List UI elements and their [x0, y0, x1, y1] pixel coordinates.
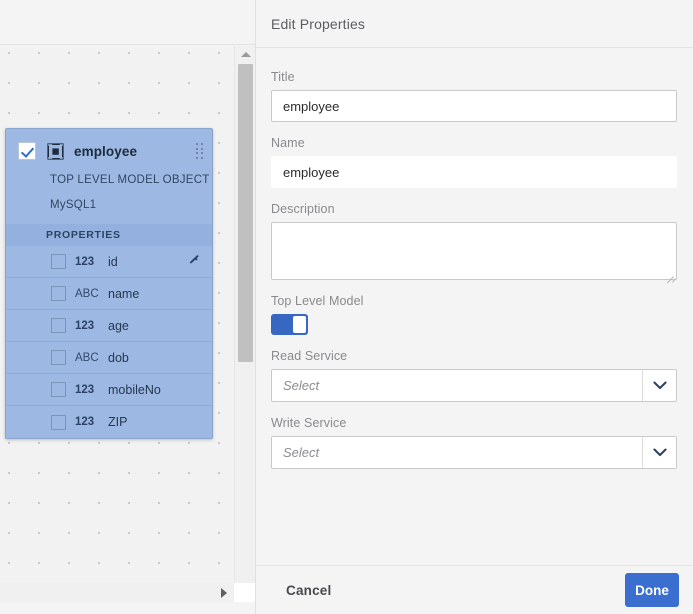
write-service-select[interactable]: Select [271, 436, 677, 469]
done-button[interactable]: Done [625, 573, 679, 607]
property-checkbox[interactable] [51, 414, 66, 430]
panel-form-body: Title Name Description Top Level Model [256, 49, 693, 565]
model-object-icon [47, 142, 64, 160]
property-row[interactable]: 123 age [6, 310, 212, 342]
primary-key-icon [184, 254, 200, 270]
toggle-knob [293, 316, 306, 333]
property-name-label: name [108, 286, 140, 301]
property-checkbox[interactable] [51, 286, 66, 301]
canvas-toolbar-area [0, 0, 255, 45]
property-name-label: dob [108, 350, 129, 365]
property-checkbox[interactable] [51, 350, 66, 365]
canvas-vertical-scrollbar[interactable] [234, 46, 255, 602]
model-object-card[interactable]: employee TOP LEVEL MODEL OBJECT MySQL1 P… [5, 128, 213, 439]
property-row[interactable]: 123 ZIP [6, 406, 212, 438]
properties-section-header: PROPERTIES [6, 224, 212, 246]
panel-header: Edit Properties [256, 0, 693, 48]
name-field-group: Name [271, 136, 677, 188]
chevron-down-icon[interactable] [642, 437, 676, 468]
name-input[interactable] [271, 156, 677, 188]
property-row[interactable]: ABC name [6, 278, 212, 310]
top-level-model-group: Top Level Model [271, 294, 677, 335]
property-type-label: 123 [75, 255, 95, 268]
scroll-right-icon[interactable] [216, 583, 232, 602]
property-checkbox[interactable] [51, 254, 66, 269]
property-checkbox[interactable] [51, 382, 66, 397]
property-name-label: id [108, 254, 118, 269]
read-service-group: Read Service Select [271, 349, 677, 402]
name-field-label: Name [271, 136, 305, 150]
property-row[interactable]: 123 id [6, 246, 212, 278]
vertical-scroll-thumb[interactable] [238, 64, 253, 362]
canvas-horizontal-scrollbar[interactable] [0, 583, 234, 602]
property-checkbox[interactable] [51, 318, 66, 333]
scrollbar-corner [234, 583, 255, 602]
drag-handle-icon[interactable] [196, 143, 203, 159]
description-field-label: Description [271, 202, 335, 216]
canvas-footer-blank [0, 602, 255, 614]
property-type-label: 123 [75, 416, 95, 428]
scroll-up-icon[interactable] [235, 46, 255, 63]
properties-list: 123 id ABC name 123 age ABC dob 123 mobi… [6, 246, 212, 438]
property-name-label: ZIP [108, 415, 128, 429]
page-title: Edit Properties [271, 15, 366, 32]
app-root: employee TOP LEVEL MODEL OBJECT MySQL1 P… [0, 0, 693, 614]
write-service-value: Select [283, 445, 320, 460]
model-card-subtitle-datasource: MySQL1 [50, 198, 97, 211]
property-row[interactable]: 123 mobileNo [6, 374, 212, 406]
write-service-group: Write Service Select [271, 416, 677, 469]
property-row[interactable]: ABC dob [6, 342, 212, 374]
model-card-title: employee [74, 143, 138, 159]
model-card-subtitle-type: TOP LEVEL MODEL OBJECT [50, 174, 210, 186]
top-level-model-label: Top Level Model [271, 294, 364, 308]
property-name-label: age [108, 318, 129, 333]
property-type-label: ABC [75, 287, 99, 300]
property-type-label: 123 [75, 319, 95, 332]
model-card-header[interactable]: employee [6, 129, 212, 173]
chevron-down-icon[interactable] [642, 370, 676, 401]
title-input[interactable] [271, 90, 677, 122]
property-name-label: mobileNo [108, 382, 161, 397]
write-service-label: Write Service [271, 416, 347, 430]
description-textarea[interactable] [271, 222, 677, 283]
property-type-label: 123 [75, 383, 95, 396]
property-type-label: ABC [75, 351, 99, 364]
read-service-select[interactable]: Select [271, 369, 677, 402]
cancel-button[interactable]: Cancel [280, 582, 337, 599]
title-field-group: Title [271, 70, 677, 122]
resize-grip-icon[interactable] [665, 268, 677, 283]
model-card-checkbox[interactable] [18, 142, 36, 160]
read-service-label: Read Service [271, 349, 348, 363]
description-field-group: Description [271, 202, 677, 283]
edit-properties-panel: Edit Properties Title Name Description [256, 0, 693, 614]
read-service-value: Select [283, 378, 320, 393]
title-field-label: Title [271, 70, 295, 84]
model-canvas[interactable]: employee TOP LEVEL MODEL OBJECT MySQL1 P… [0, 0, 255, 614]
panel-footer: Cancel Done [256, 565, 693, 614]
top-level-model-toggle[interactable] [271, 314, 308, 335]
